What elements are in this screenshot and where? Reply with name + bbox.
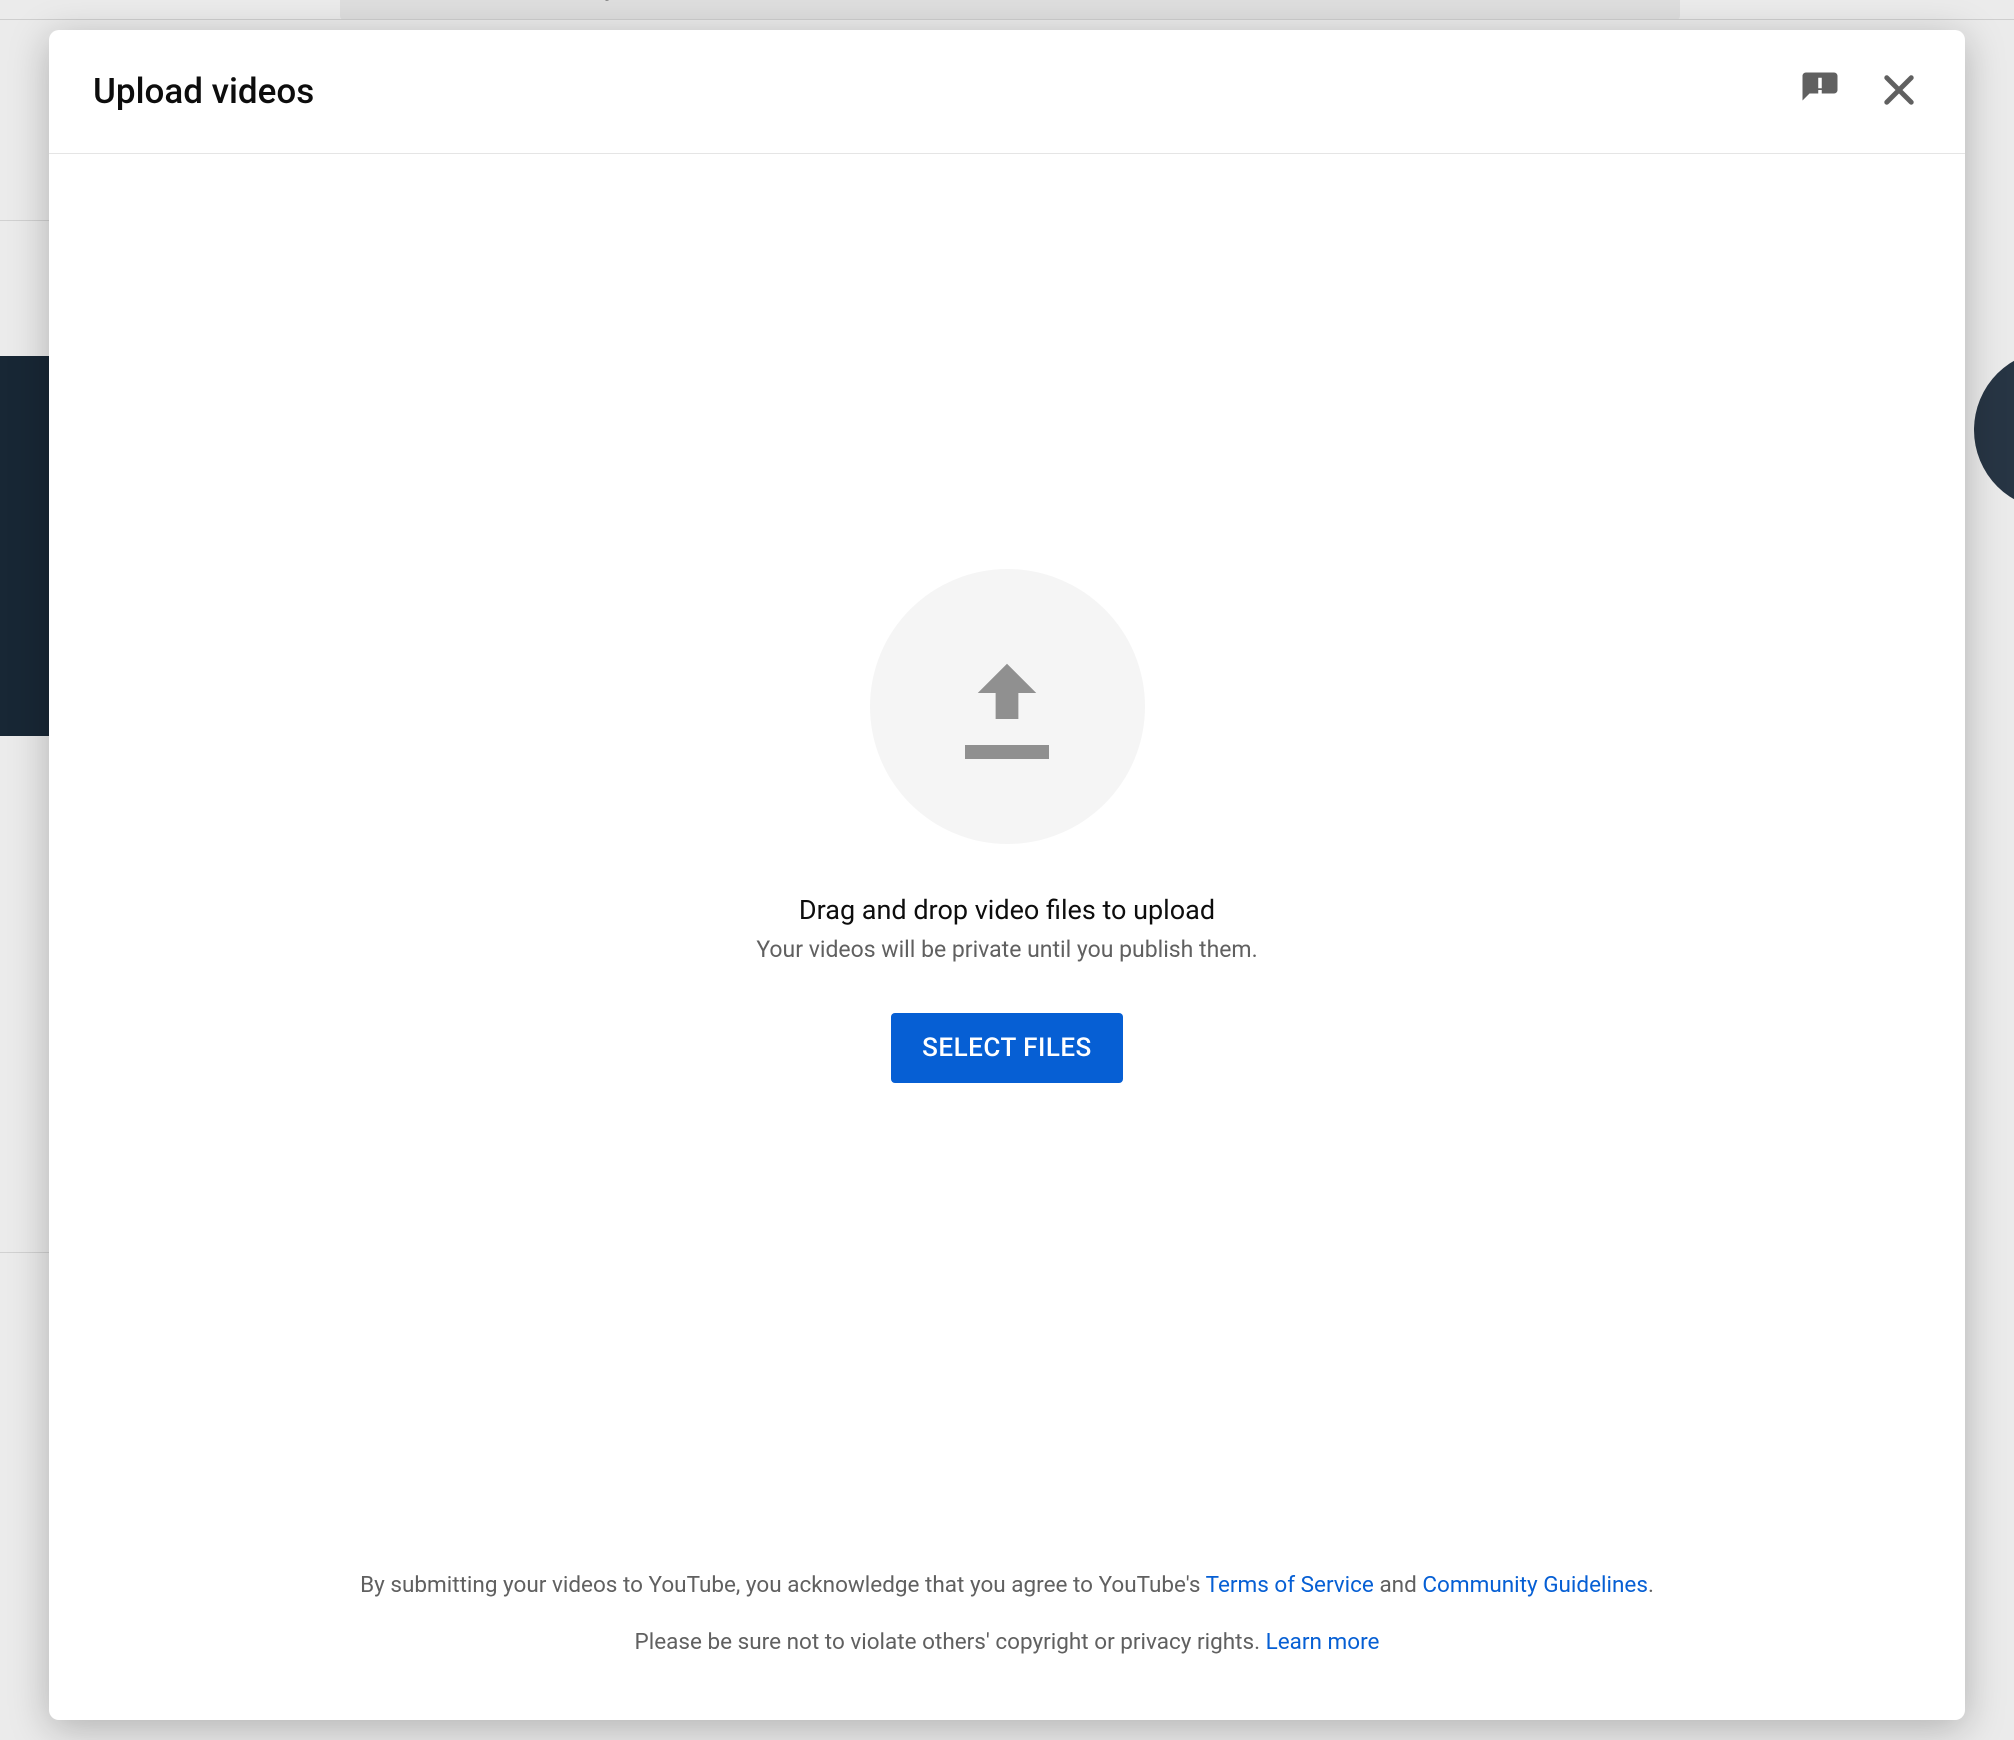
upload-heading: Drag and drop video files to upload <box>799 894 1215 926</box>
feedback-icon <box>1799 69 1841 115</box>
modal-overlay: Upload videos <box>0 0 2014 1740</box>
upload-circle[interactable] <box>870 569 1145 844</box>
modal-header-actions <box>1798 70 1921 114</box>
footer-text: . <box>1648 1572 1654 1598</box>
feedback-button[interactable] <box>1798 70 1842 114</box>
footer-text: Please be sure not to violate others' co… <box>635 1629 1266 1655</box>
close-button[interactable] <box>1877 70 1921 114</box>
upload-arrow-icon <box>968 654 1046 732</box>
footer-line-1: By submitting your videos to YouTube, yo… <box>89 1557 1925 1614</box>
modal-title: Upload videos <box>93 71 314 112</box>
close-icon <box>1878 69 1920 115</box>
modal-body[interactable]: Drag and drop video files to upload Your… <box>49 154 1965 1557</box>
modal-footer: By submitting your videos to YouTube, yo… <box>49 1557 1965 1720</box>
select-files-button[interactable]: SELECT FILES <box>891 1013 1123 1083</box>
upload-subtext: Your videos will be private until you pu… <box>756 936 1257 963</box>
footer-text: By submitting your videos to YouTube, yo… <box>360 1572 1206 1598</box>
learn-more-link[interactable]: Learn more <box>1266 1629 1380 1655</box>
upload-modal: Upload videos <box>49 30 1965 1720</box>
footer-line-2: Please be sure not to violate others' co… <box>89 1614 1925 1671</box>
modal-header: Upload videos <box>49 30 1965 154</box>
terms-of-service-link[interactable]: Terms of Service <box>1206 1572 1374 1598</box>
upload-base-line <box>965 745 1049 759</box>
footer-text: and <box>1374 1572 1423 1598</box>
upload-drop-area[interactable]: Drag and drop video files to upload Your… <box>756 569 1257 1083</box>
upload-icon <box>965 654 1049 759</box>
community-guidelines-link[interactable]: Community Guidelines <box>1422 1572 1648 1598</box>
